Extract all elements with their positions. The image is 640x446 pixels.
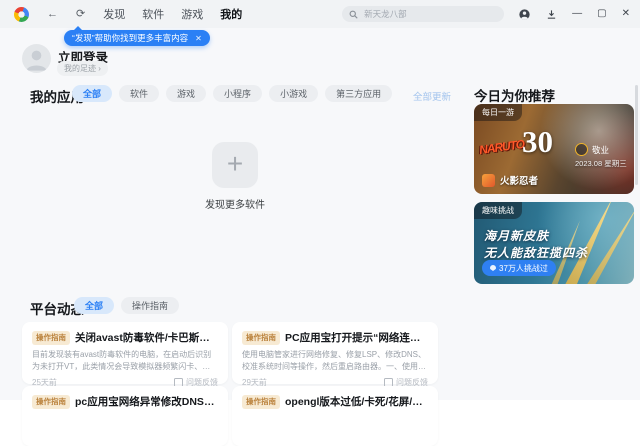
search-box[interactable] (342, 6, 505, 22)
discover-tooltip: “发现”帮助你找到更多丰富内容 ✕ (64, 26, 210, 46)
download-icon[interactable] (546, 9, 557, 20)
news-tag: 操作指南 (32, 394, 70, 409)
avatar[interactable] (22, 44, 51, 73)
calendar-day: 30 (522, 124, 553, 159)
filter-thirdparty[interactable]: 第三方应用 (325, 85, 393, 102)
filter-minigames[interactable]: 小游戏 (269, 85, 319, 102)
word-seal-icon (575, 143, 588, 156)
daily-word-row: 敬业 (575, 143, 609, 156)
news-title-text[interactable]: PC应用宝打开提示“网络连接错误” (285, 330, 428, 345)
participants-pill[interactable]: 37万人挑战过 (482, 260, 556, 276)
tab-software[interactable]: 软件 (142, 6, 164, 22)
news-card-head: 操作指南 PC应用宝打开提示“网络连接错误” (242, 330, 428, 345)
game-name: 火影忍者 (500, 176, 539, 187)
participants-count: 37万人挑战过 (499, 263, 548, 273)
news-card[interactable]: 操作指南 pc应用宝网络异常修改DNS教程 (22, 386, 228, 446)
news-title-text[interactable]: opengl版本过低/卡死/花屏/闪退，升级显卡驱动… (285, 394, 428, 409)
update-all-link[interactable]: 全部更新 (413, 89, 451, 103)
challenge-badge: 趣味挑战 (474, 202, 522, 219)
filter-software[interactable]: 软件 (119, 85, 160, 102)
tab-mine[interactable]: 我的 (220, 6, 242, 22)
news-card[interactable]: 操作指南 关闭avast防毒软件/卡巴斯基减少卡顿现象 目前发现装有avast防… (22, 322, 228, 387)
participants-icon (490, 265, 496, 271)
app-logo-icon[interactable] (14, 6, 29, 22)
nav-tabs: 发现 软件 游戏 我的 (103, 6, 242, 22)
calendar-date: 2023.08 星期三 (575, 159, 627, 168)
refresh-icon[interactable]: ⟳ (76, 8, 85, 20)
news-filter-all[interactable]: 全部 (74, 297, 115, 314)
scrollbar[interactable] (635, 85, 638, 185)
news-card-head: 操作指南 pc应用宝网络异常修改DNS教程 (32, 394, 218, 409)
filter-all[interactable]: 全部 (72, 85, 113, 102)
news-card[interactable]: 操作指南 PC应用宝打开提示“网络连接错误” 使用电脑管家进行网络修复、修复LS… (232, 322, 438, 387)
news-tag: 操作指南 (32, 330, 70, 345)
game-logo-text: NARUTO (478, 136, 525, 158)
search-input[interactable] (362, 8, 498, 20)
news-body: 使用电脑管家进行网络修复、修复LSP、修改DNS、校准系统时间等操作，然后重启路… (242, 350, 427, 371)
add-software-button[interactable]: + (212, 142, 258, 188)
news-filter-guide[interactable]: 操作指南 (121, 297, 180, 314)
minimize-icon[interactable]: — (572, 9, 582, 19)
add-software-label: 发现更多软件 (205, 200, 265, 211)
my-apps-filters: 全部 软件 游戏 小程序 小游戏 第三方应用 (72, 85, 393, 102)
challenge-headline: 海月新皮肤 无人能敌狂揽四杀 (484, 228, 588, 263)
profile-sub-link[interactable]: 我的足迹 › (57, 61, 108, 76)
titlebar-icons: — ▢ ✕ (518, 8, 630, 21)
challenge-card[interactable]: 趣味挑战 海月新皮肤 无人能敌狂揽四杀 37万人挑战过 (474, 202, 634, 284)
game-name-row: 火影忍者 (482, 173, 538, 187)
news-tag: 操作指南 (242, 394, 280, 409)
news-title-text[interactable]: 关闭avast防毒软件/卡巴斯基减少卡顿现象 (75, 330, 218, 345)
filter-games[interactable]: 游戏 (166, 85, 207, 102)
back-icon[interactable]: ← (47, 8, 58, 20)
tab-discover[interactable]: 发现 (103, 6, 125, 22)
news-card-head: 操作指南 关闭avast防毒软件/卡巴斯基减少卡顿现象 (32, 330, 218, 345)
challenge-line1: 海月新皮肤 (484, 229, 550, 243)
user-icon[interactable] (518, 8, 531, 21)
daily-game-card[interactable]: 每日一游 NARUTO 30 敬业 2023.08 星期三 火影忍者 (474, 104, 634, 194)
tooltip-close-icon[interactable]: ✕ (195, 34, 202, 43)
game-app-icon (482, 173, 495, 187)
maximize-icon[interactable]: ▢ (597, 9, 606, 19)
recommend-title: 今日为你推荐 (474, 89, 555, 104)
news-title-text[interactable]: pc应用宝网络异常修改DNS教程 (75, 394, 218, 409)
search-icon (349, 10, 358, 19)
daily-game-badge: 每日一游 (474, 104, 522, 121)
news-filters: 全部 操作指南 (74, 297, 180, 314)
avatar-person-icon (26, 50, 47, 71)
news-card-head: 操作指南 opengl版本过低/卡死/花屏/闪退，升级显卡驱动… (242, 394, 428, 409)
close-icon[interactable]: ✕ (622, 9, 630, 19)
tooltip-text: “发现”帮助你找到更多丰富内容 (72, 33, 189, 43)
news-tag: 操作指南 (242, 330, 280, 345)
filter-miniprograms[interactable]: 小程序 (213, 85, 263, 102)
plus-icon: + (226, 147, 244, 179)
news-card[interactable]: 操作指南 opengl版本过低/卡死/花屏/闪退，升级显卡驱动… (232, 386, 438, 446)
daily-word: 敬业 (592, 144, 610, 155)
tab-games[interactable]: 游戏 (181, 6, 203, 22)
titlebar: ← ⟳ 发现 软件 游戏 我的 — ▢ ✕ (0, 0, 640, 28)
news-body: 目前发现装有avast防毒软件的电脑，在启动后识别为未打开VT，此类情况会导致模… (32, 350, 212, 371)
app-window: ← ⟳ 发现 软件 游戏 我的 — ▢ ✕ “发现”帮助你找到更多丰富内容 ✕ (0, 0, 640, 446)
